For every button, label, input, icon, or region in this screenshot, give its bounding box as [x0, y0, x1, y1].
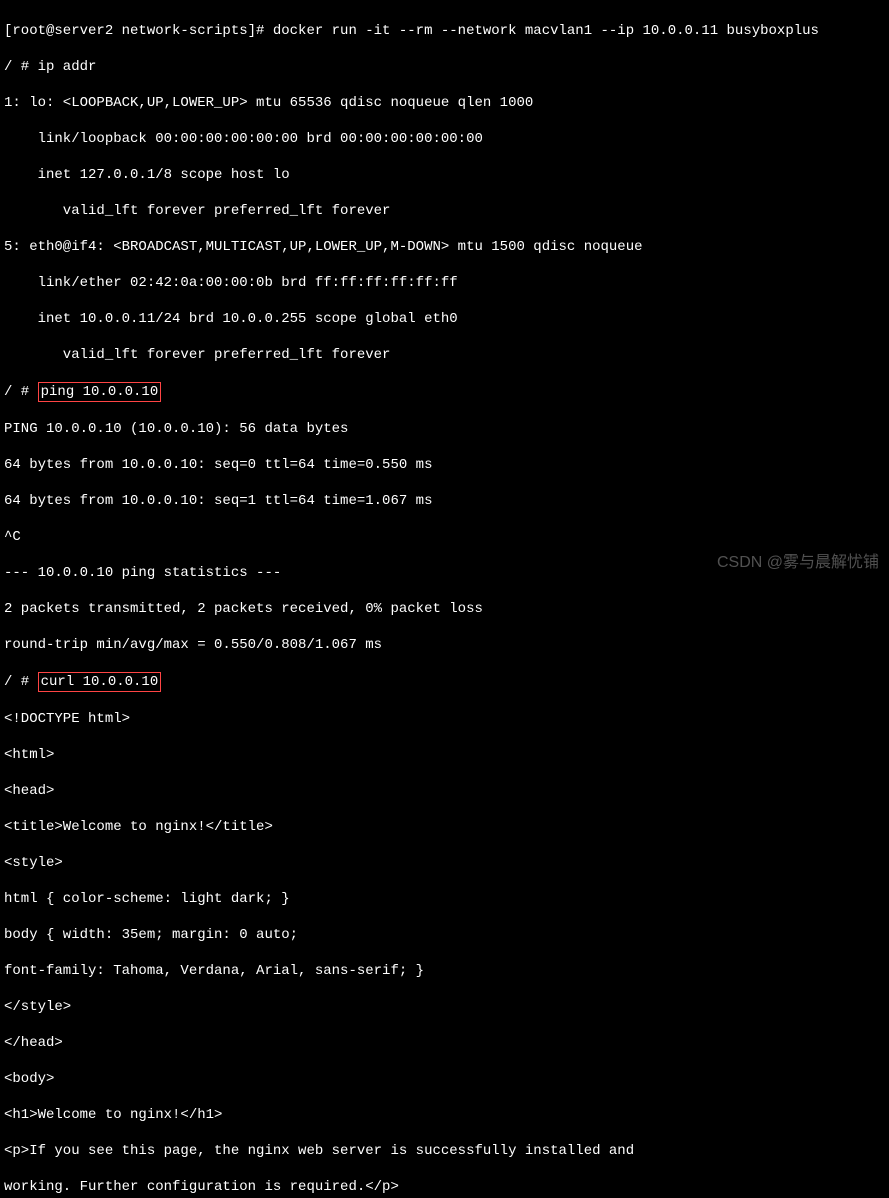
terminal-line: link/loopback 00:00:00:00:00:00 brd 00:0…	[4, 130, 885, 148]
terminal-line: PING 10.0.0.10 (10.0.0.10): 56 data byte…	[4, 420, 885, 438]
terminal-line: valid_lft forever preferred_lft forever	[4, 346, 885, 364]
terminal-line: font-family: Tahoma, Verdana, Arial, san…	[4, 962, 885, 980]
terminal-line: </head>	[4, 1034, 885, 1052]
terminal-line: <p>If you see this page, the nginx web s…	[4, 1142, 885, 1160]
terminal-line: 1: lo: <LOOPBACK,UP,LOWER_UP> mtu 65536 …	[4, 94, 885, 112]
terminal-line: </style>	[4, 998, 885, 1016]
prompt-prefix: / #	[4, 674, 38, 690]
terminal-line: inet 10.0.0.11/24 brd 10.0.0.255 scope g…	[4, 310, 885, 328]
terminal-line: <title>Welcome to nginx!</title>	[4, 818, 885, 836]
terminal-line: <head>	[4, 782, 885, 800]
terminal-line: [root@server2 network-scripts]# docker r…	[4, 22, 885, 40]
terminal-line: <body>	[4, 1070, 885, 1088]
terminal-line: inet 127.0.0.1/8 scope host lo	[4, 166, 885, 184]
terminal-line: / # ping 10.0.0.10	[4, 382, 885, 402]
terminal-line: link/ether 02:42:0a:00:00:0b brd ff:ff:f…	[4, 274, 885, 292]
terminal-line: <h1>Welcome to nginx!</h1>	[4, 1106, 885, 1124]
terminal-line: round-trip min/avg/max = 0.550/0.808/1.0…	[4, 636, 885, 654]
terminal-line: working. Further configuration is requir…	[4, 1178, 885, 1196]
terminal-line: 5: eth0@if4: <BROADCAST,MULTICAST,UP,LOW…	[4, 238, 885, 256]
terminal-line: <!DOCTYPE html>	[4, 710, 885, 728]
terminal-line: 2 packets transmitted, 2 packets receive…	[4, 600, 885, 618]
terminal-line: <html>	[4, 746, 885, 764]
terminal-line: 64 bytes from 10.0.0.10: seq=0 ttl=64 ti…	[4, 456, 885, 474]
terminal-output[interactable]: [root@server2 network-scripts]# docker r…	[4, 4, 885, 1198]
ping-command-highlight: ping 10.0.0.10	[38, 382, 162, 402]
terminal-line: / # ip addr	[4, 58, 885, 76]
terminal-line: ^C	[4, 528, 885, 546]
terminal-line: html { color-scheme: light dark; }	[4, 890, 885, 908]
terminal-line: body { width: 35em; margin: 0 auto;	[4, 926, 885, 944]
terminal-line: valid_lft forever preferred_lft forever	[4, 202, 885, 220]
curl-command-highlight: curl 10.0.0.10	[38, 672, 162, 692]
prompt-prefix: / #	[4, 384, 38, 400]
terminal-line: 64 bytes from 10.0.0.10: seq=1 ttl=64 ti…	[4, 492, 885, 510]
terminal-line: <style>	[4, 854, 885, 872]
watermark-text: CSDN @雾与晨解忧铺	[717, 553, 879, 574]
terminal-line: / # curl 10.0.0.10	[4, 672, 885, 692]
